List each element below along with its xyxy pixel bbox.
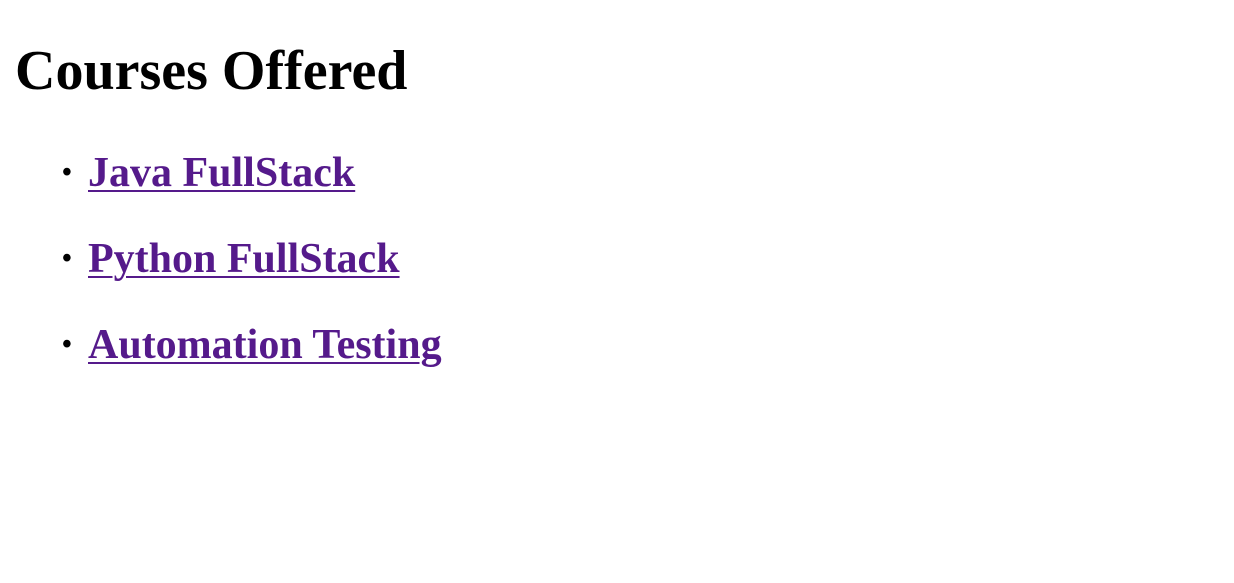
bullet-icon: •	[62, 329, 72, 360]
course-link-automation-testing[interactable]: Automation Testing	[88, 317, 442, 373]
course-link-python-fullstack[interactable]: Python FullStack	[88, 231, 400, 287]
course-link-java-fullstack[interactable]: Java FullStack	[88, 145, 355, 201]
page-title: Courses Offered	[15, 40, 408, 102]
bullet-icon: •	[62, 243, 72, 274]
bullet-icon: •	[62, 157, 72, 188]
